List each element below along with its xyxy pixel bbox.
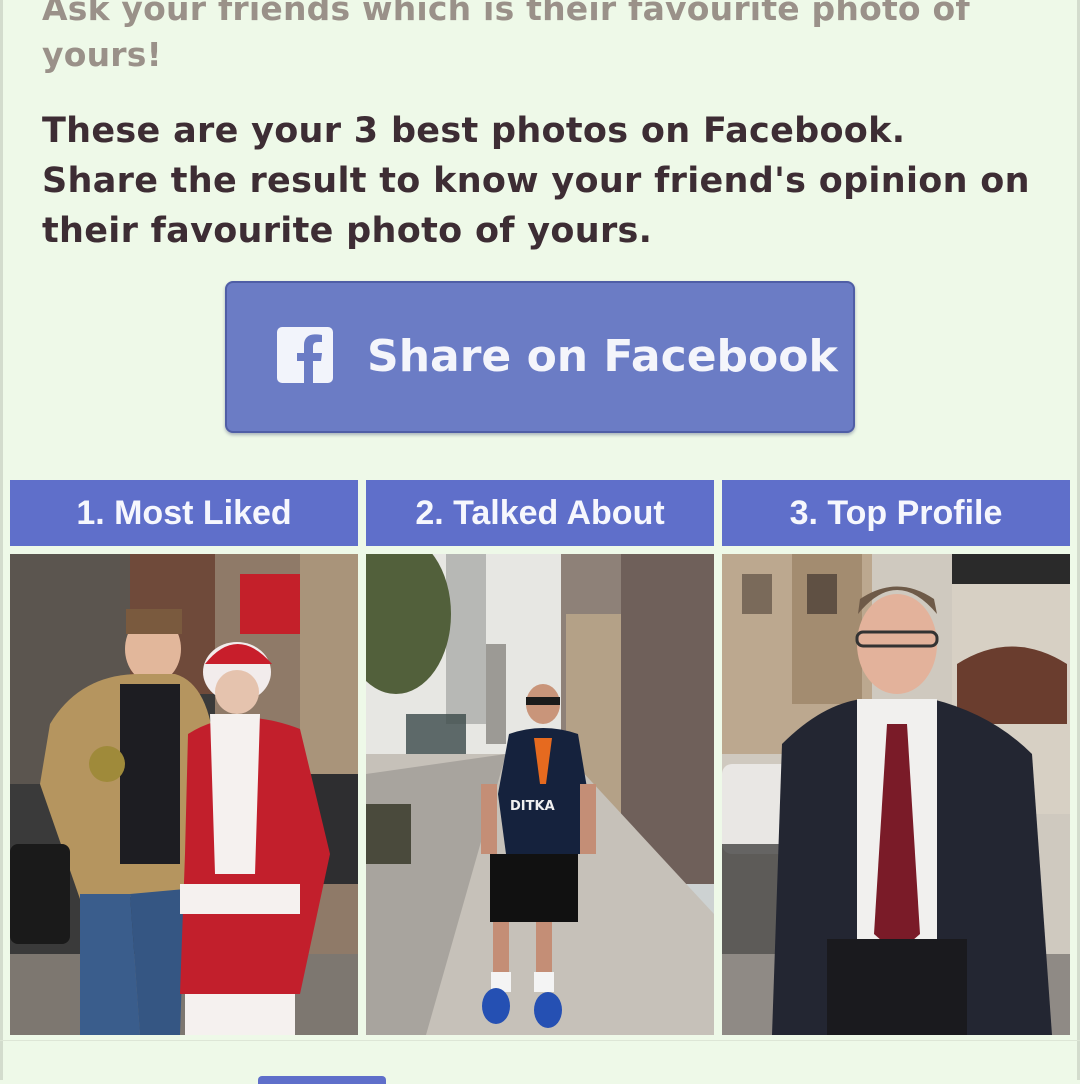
quiz-subtitle: Ask your friends which is their favourit… — [42, 0, 970, 74]
photo-top-profile[interactable] — [722, 554, 1070, 1035]
share-on-facebook-button[interactable]: Share on Facebook — [225, 281, 855, 433]
footer-divider — [0, 1040, 1080, 1041]
tile-header-most-liked: 1. Most Liked — [10, 480, 358, 546]
facebook-icon — [277, 327, 333, 383]
photo-most-liked[interactable] — [10, 554, 358, 1035]
footer-tab-indicator — [258, 1076, 386, 1084]
svg-text:DITKA: DITKA — [510, 799, 555, 814]
tile-header-talked-about: 2. Talked About — [366, 480, 714, 546]
tile-header-top-profile: 3. Top Profile — [722, 480, 1070, 546]
quiz-headline: These are your 3 best photos on Facebook… — [42, 111, 1030, 251]
share-button-label: Share on Facebook — [367, 331, 838, 382]
photo-talked-about[interactable]: DITKA — [366, 554, 714, 1035]
